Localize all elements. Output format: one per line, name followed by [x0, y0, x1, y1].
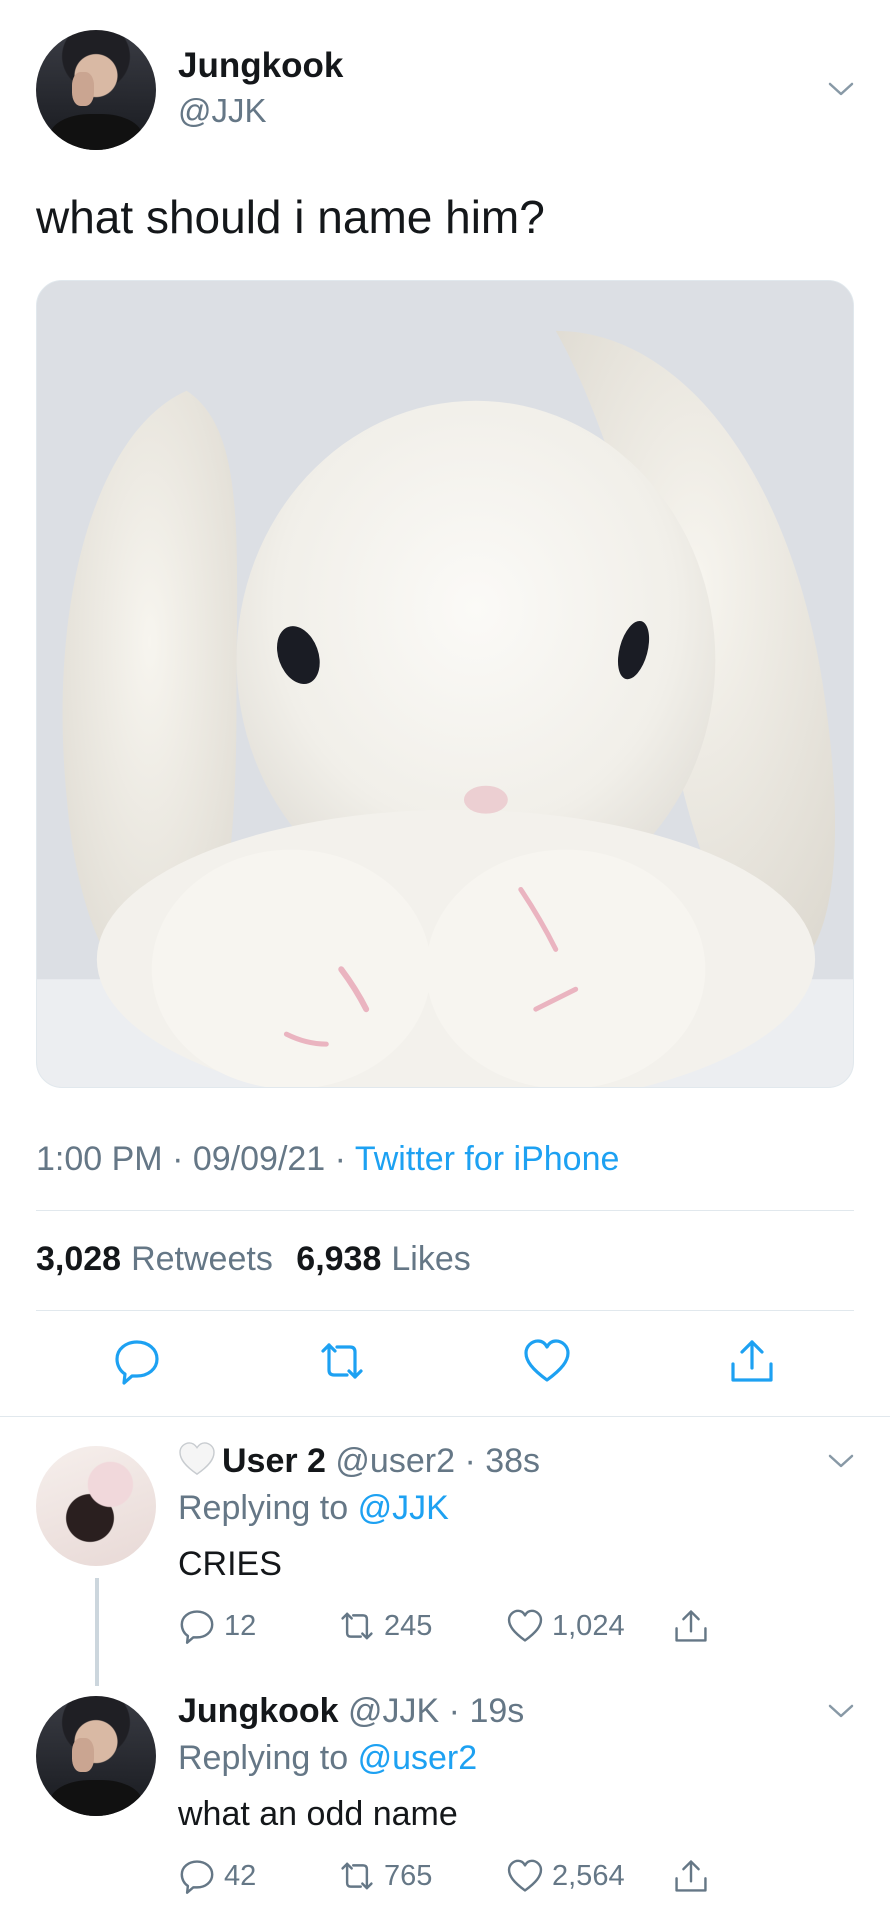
- reply-author-name[interactable]: Jungkook: [178, 1692, 339, 1730]
- retweet-icon: [341, 1862, 373, 1890]
- share-icon: [675, 1860, 707, 1892]
- retweet-count: 245: [384, 1609, 433, 1642]
- likes-label[interactable]: Likes: [391, 1240, 470, 1278]
- reply-count: 42: [224, 1859, 257, 1892]
- replying-to-label: Replying to: [178, 1489, 349, 1527]
- tweet-time: 1:00 PM: [36, 1140, 163, 1178]
- retweet-action[interactable]: 765: [338, 1856, 432, 1896]
- share-action[interactable]: [672, 1606, 718, 1646]
- author-handle[interactable]: @JJK: [178, 92, 267, 130]
- share-action[interactable]: [672, 1856, 718, 1896]
- plush-bunny-photo: [37, 281, 853, 1087]
- tweet-text: what should i name him?: [36, 191, 545, 243]
- replying-to-handle[interactable]: @JJK: [358, 1489, 449, 1527]
- like-count: 1,024: [552, 1609, 625, 1642]
- like-icon: [507, 1609, 543, 1642]
- reply-time: 19s: [469, 1692, 525, 1730]
- retweets-label[interactable]: Retweets: [131, 1240, 273, 1278]
- retweet-icon: [341, 1612, 373, 1640]
- white-heart-icon: [179, 1442, 215, 1475]
- like-icon[interactable]: [522, 1336, 572, 1386]
- share-icon: [675, 1610, 707, 1642]
- reply-author-handle[interactable]: @JJK: [348, 1692, 439, 1730]
- retweet-count: 765: [384, 1859, 433, 1892]
- section-divider: [0, 1416, 890, 1417]
- like-count: 2,564: [552, 1859, 625, 1892]
- chevron-down-icon[interactable]: [826, 74, 856, 104]
- tweet-media-image[interactable]: [36, 280, 854, 1088]
- reply-author-handle[interactable]: @user2: [335, 1442, 455, 1480]
- tweet-source-link[interactable]: Twitter for iPhone: [355, 1140, 620, 1178]
- retweet-action[interactable]: 245: [338, 1606, 432, 1646]
- share-icon[interactable]: [727, 1336, 777, 1386]
- tweet-meta: 1:00 PM · 09/09/21 · Twitter for iPhone: [36, 1140, 619, 1179]
- reply-author-name[interactable]: User 2: [222, 1442, 326, 1480]
- author-avatar[interactable]: [36, 1696, 156, 1816]
- meta-separator: ·: [334, 1140, 346, 1178]
- meta-separator: ·: [172, 1140, 184, 1178]
- author-name[interactable]: Jungkook: [178, 46, 343, 86]
- replying-to-label: Replying to: [178, 1739, 349, 1777]
- reply-header: Jungkook @JJK · 19s: [178, 1692, 525, 1730]
- like-action[interactable]: 2,564: [506, 1856, 625, 1896]
- tweet-stats: 3,028 Retweets 6,938 Likes: [36, 1240, 485, 1279]
- replying-to-handle[interactable]: @user2: [358, 1739, 478, 1777]
- chevron-down-icon[interactable]: [826, 1446, 856, 1476]
- retweets-count[interactable]: 3,028: [36, 1240, 121, 1278]
- divider: [36, 1210, 854, 1211]
- replying-to: Replying to @JJK: [178, 1489, 449, 1528]
- reply-header: User 2 @user2 · 38s: [178, 1442, 540, 1481]
- retweet-icon[interactable]: [317, 1336, 367, 1386]
- reply-icon[interactable]: [112, 1336, 162, 1386]
- like-icon: [507, 1859, 543, 1892]
- reply-text: CRIES: [178, 1545, 282, 1583]
- reply-text: what an odd name: [178, 1795, 458, 1833]
- author-avatar[interactable]: [36, 30, 156, 150]
- reply-count: 12: [224, 1609, 257, 1642]
- reply-icon: [180, 1860, 214, 1894]
- thread-line: [95, 1578, 99, 1686]
- user2-avatar[interactable]: [36, 1446, 156, 1566]
- reply-action[interactable]: 12: [178, 1606, 256, 1646]
- divider: [36, 1310, 854, 1311]
- reply-action[interactable]: 42: [178, 1856, 256, 1896]
- like-action[interactable]: 1,024: [506, 1606, 625, 1646]
- tweet-date: 09/09/21: [192, 1140, 326, 1178]
- replying-to: Replying to @user2: [178, 1739, 477, 1778]
- chevron-down-icon[interactable]: [826, 1696, 856, 1726]
- likes-count[interactable]: 6,938: [296, 1240, 381, 1278]
- reply-time: 38s: [485, 1442, 541, 1480]
- reply-icon: [180, 1610, 214, 1644]
